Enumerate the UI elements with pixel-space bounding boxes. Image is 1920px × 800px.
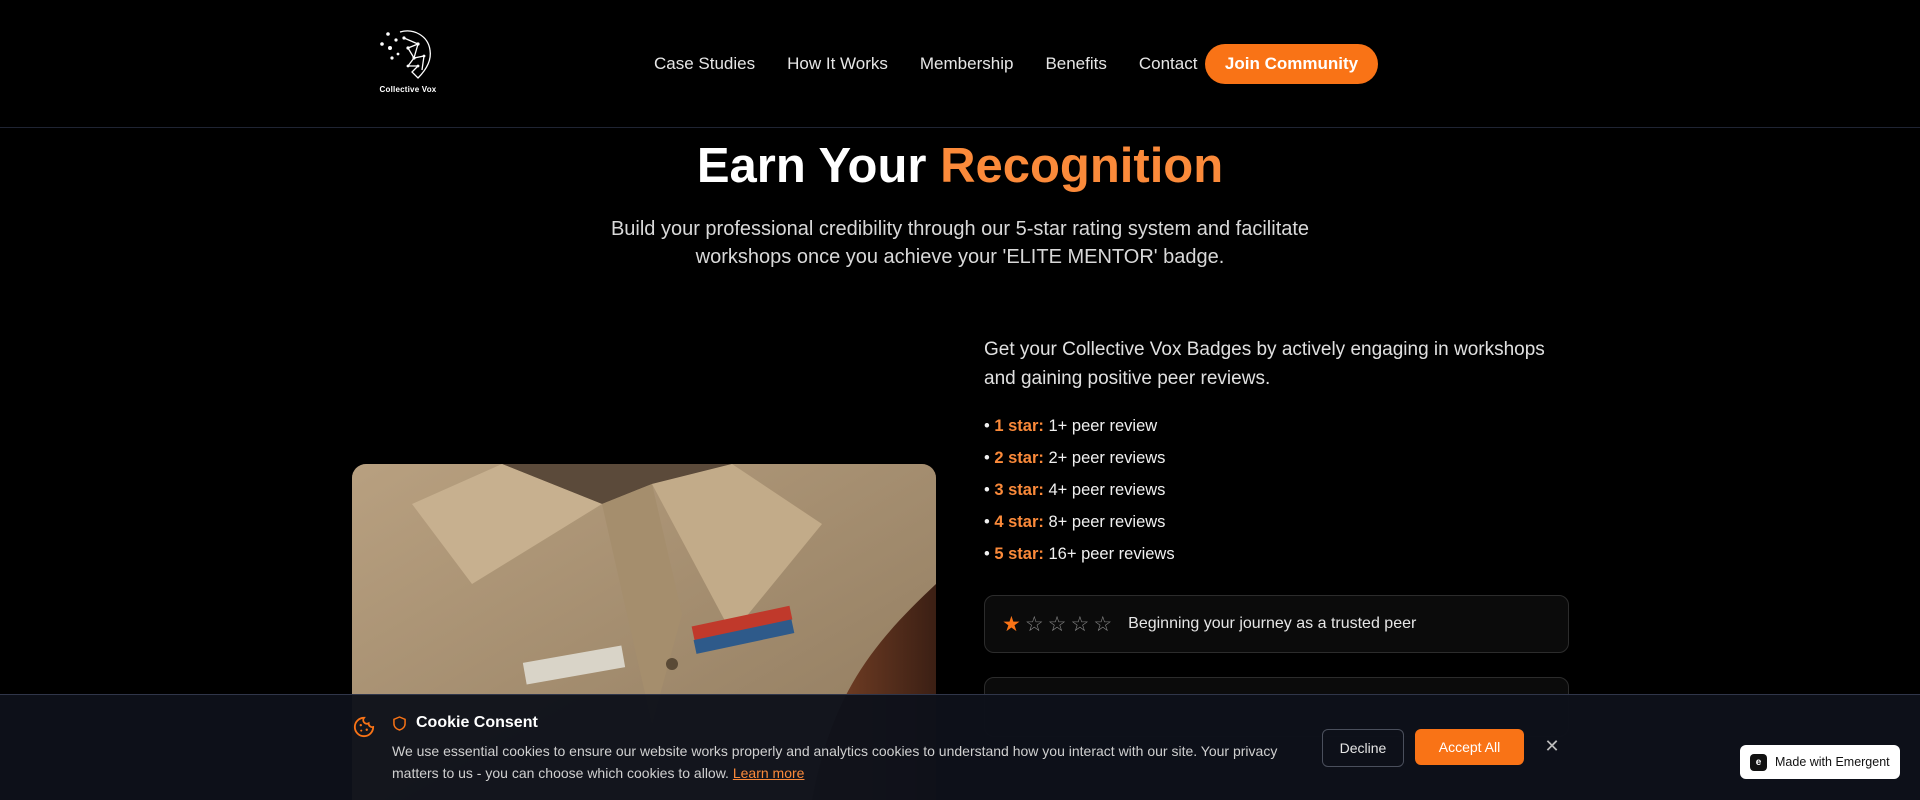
logo[interactable]: Collective Vox	[376, 26, 440, 96]
emergent-logo-icon: e	[1750, 753, 1767, 771]
badge-tier-list: • 1 star: 1+ peer review • 2 star: 2+ pe…	[984, 410, 1175, 570]
tier-item: • 2 star: 2+ peer reviews	[984, 449, 1166, 467]
star-filled-icon: ★	[1002, 612, 1021, 636]
cookie-title: Cookie Consent	[416, 714, 538, 731]
tier-desc: 2+ peer reviews	[1043, 449, 1166, 467]
hero-subtitle: Build your professional credibility thro…	[610, 218, 1310, 268]
tier-label: 4 star:	[994, 513, 1044, 531]
main-nav: Case Studies How It Works Membership Ben…	[654, 0, 1229, 128]
cookie-body: We use essential cookies to ensure our w…	[392, 743, 1278, 781]
badges-intro: Get your Collective Vox Badges by active…	[984, 339, 1545, 389]
learn-more-link[interactable]: Learn more	[733, 765, 805, 781]
nav-case-studies[interactable]: Case Studies	[654, 54, 755, 74]
shield-icon	[393, 716, 406, 731]
cookie-icon	[353, 716, 375, 738]
tier-label: 2 star:	[994, 449, 1044, 467]
tier-desc: 8+ peer reviews	[1043, 513, 1166, 531]
star-empty-icon: ☆	[1093, 612, 1113, 636]
star-empty-icon: ☆	[1070, 612, 1090, 636]
tier-desc: 1+ peer review	[1043, 417, 1158, 435]
made-with-emergent-badge[interactable]: e Made with Emergent	[1740, 745, 1900, 779]
tier-desc: 16+ peer reviews	[1043, 545, 1175, 563]
nav-how-it-works[interactable]: How It Works	[787, 54, 888, 74]
tier-item: • 4 star: 8+ peer reviews	[984, 513, 1166, 531]
nav-membership[interactable]: Membership	[920, 54, 1014, 74]
badge-card-text: Beginning your journey as a trusted peer	[1128, 615, 1417, 632]
badge-card-1-star[interactable]: ★ ☆ ☆ ☆ ☆ Beginning your journey as a truste…	[984, 595, 1569, 653]
made-with-emergent-text: Made with Emergent	[1775, 755, 1890, 769]
logo-icon	[380, 30, 431, 79]
join-community-button[interactable]: Join Community	[1205, 44, 1378, 84]
tier-label: 1 star:	[994, 417, 1044, 435]
nav-benefits[interactable]: Benefits	[1045, 54, 1106, 74]
tier-item: • 1 star: 1+ peer review	[984, 417, 1158, 435]
tier-desc: 4+ peer reviews	[1043, 481, 1166, 499]
logo-text: Collective Vox	[379, 85, 437, 94]
tier-item: • 3 star: 4+ peer reviews	[984, 481, 1166, 499]
star-empty-icon: ☆	[1047, 612, 1067, 636]
accept-all-button[interactable]: Accept All	[1415, 729, 1524, 765]
page-title: Earn Your Recognition	[0, 138, 1920, 194]
tier-label: 5 star:	[994, 545, 1044, 563]
site-header: Collective Vox Case Studies How It Works…	[0, 0, 1920, 128]
close-icon[interactable]: ✕	[1541, 731, 1563, 761]
title-accent: Recognition	[940, 139, 1224, 193]
star-rating: ★ ☆ ☆ ☆ ☆	[1002, 614, 1112, 635]
title-main: Earn Your	[696, 139, 941, 193]
nav-contact[interactable]: Contact	[1139, 54, 1198, 74]
tier-label: 3 star:	[994, 481, 1044, 499]
cookie-banner: Cookie Consent We use essential cookies …	[0, 694, 1920, 800]
tier-item: • 5 star: 16+ peer reviews	[984, 545, 1175, 563]
star-empty-icon: ☆	[1024, 612, 1044, 636]
decline-button[interactable]: Decline	[1322, 729, 1404, 767]
cookie-text: We use essential cookies to ensure our w…	[392, 740, 1292, 784]
